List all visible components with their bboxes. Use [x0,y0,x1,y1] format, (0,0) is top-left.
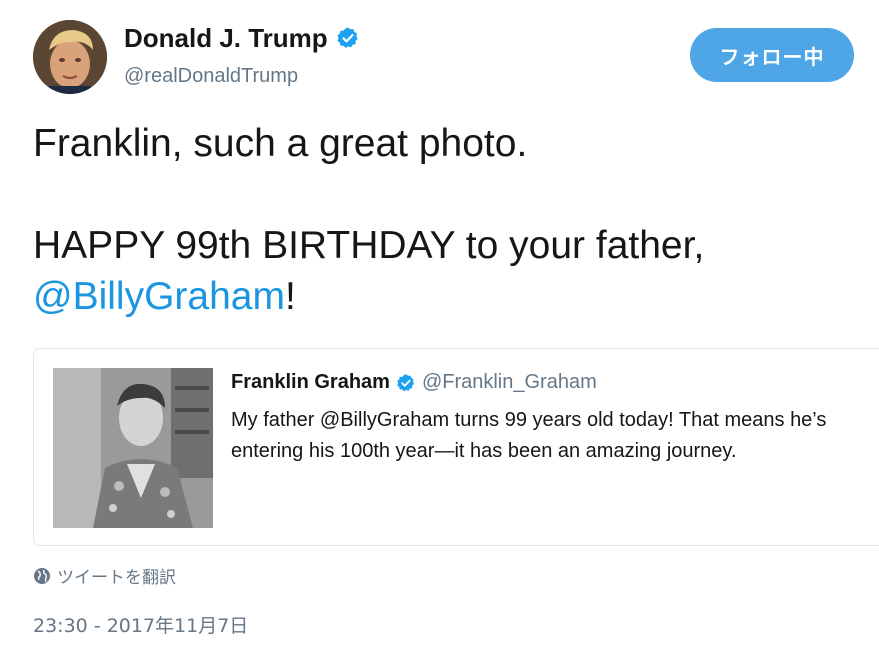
author-handle[interactable]: @realDonaldTrump [124,62,298,90]
author-display-name[interactable]: Donald J. Trump [124,22,328,54]
verified-badge-icon [397,373,415,391]
quoted-author-name[interactable]: Franklin Graham [231,371,390,394]
quoted-text-line-1: My father @BillyGraham turns 99 years ol… [231,409,827,431]
tweet-line-1: Franklin, such a great photo. [33,122,528,165]
following-button[interactable]: フォロー中 [690,28,854,82]
mention-link[interactable]: @BillyGraham [33,275,285,318]
quoted-author-handle[interactable]: @Franklin_Graham [422,371,597,394]
tweet-line-3: @BillyGraham! [33,271,863,322]
author-avatar[interactable] [33,20,107,94]
translate-label: ツイートを翻訳 [57,568,176,588]
quoted-tweet-photo[interactable] [53,368,213,528]
tweet-line-2: HAPPY 99th BIRTHDAY to your father, [33,224,705,267]
quoted-tweet-card[interactable]: Franklin Graham @Franklin_Graham My fath… [33,348,879,546]
tweet-exclamation: ! [284,275,296,318]
translate-tweet-link[interactable]: ツイートを翻訳 [33,563,176,588]
verified-badge-icon [337,27,358,48]
tweet-text: Franklin, such a great photo. HAPPY 99th… [33,118,863,322]
photo-image [53,368,213,528]
quoted-text-line-2: entering his 100th year—it has been an a… [231,440,737,462]
tweet-line-gap [33,169,863,220]
quoted-tweet-header: Franklin Graham @Franklin_Graham [231,371,597,394]
quoted-tweet-text: My father @BillyGraham turns 99 years ol… [231,405,879,467]
globe-icon [34,567,50,584]
author-name-row: Donald J. Trump [124,22,360,54]
avatar-image [33,20,107,94]
tweet-timestamp[interactable]: 23:30 - 2017年11月7日 [33,611,248,638]
